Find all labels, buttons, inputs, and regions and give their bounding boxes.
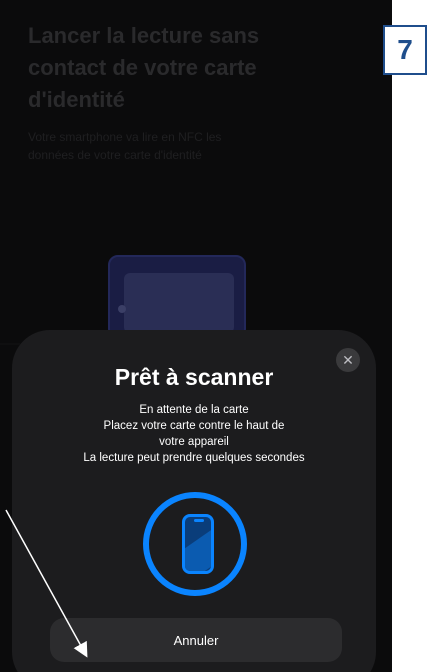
- annotation-arrow: [0, 343, 88, 658]
- annotation-arrow-line: [5, 509, 88, 658]
